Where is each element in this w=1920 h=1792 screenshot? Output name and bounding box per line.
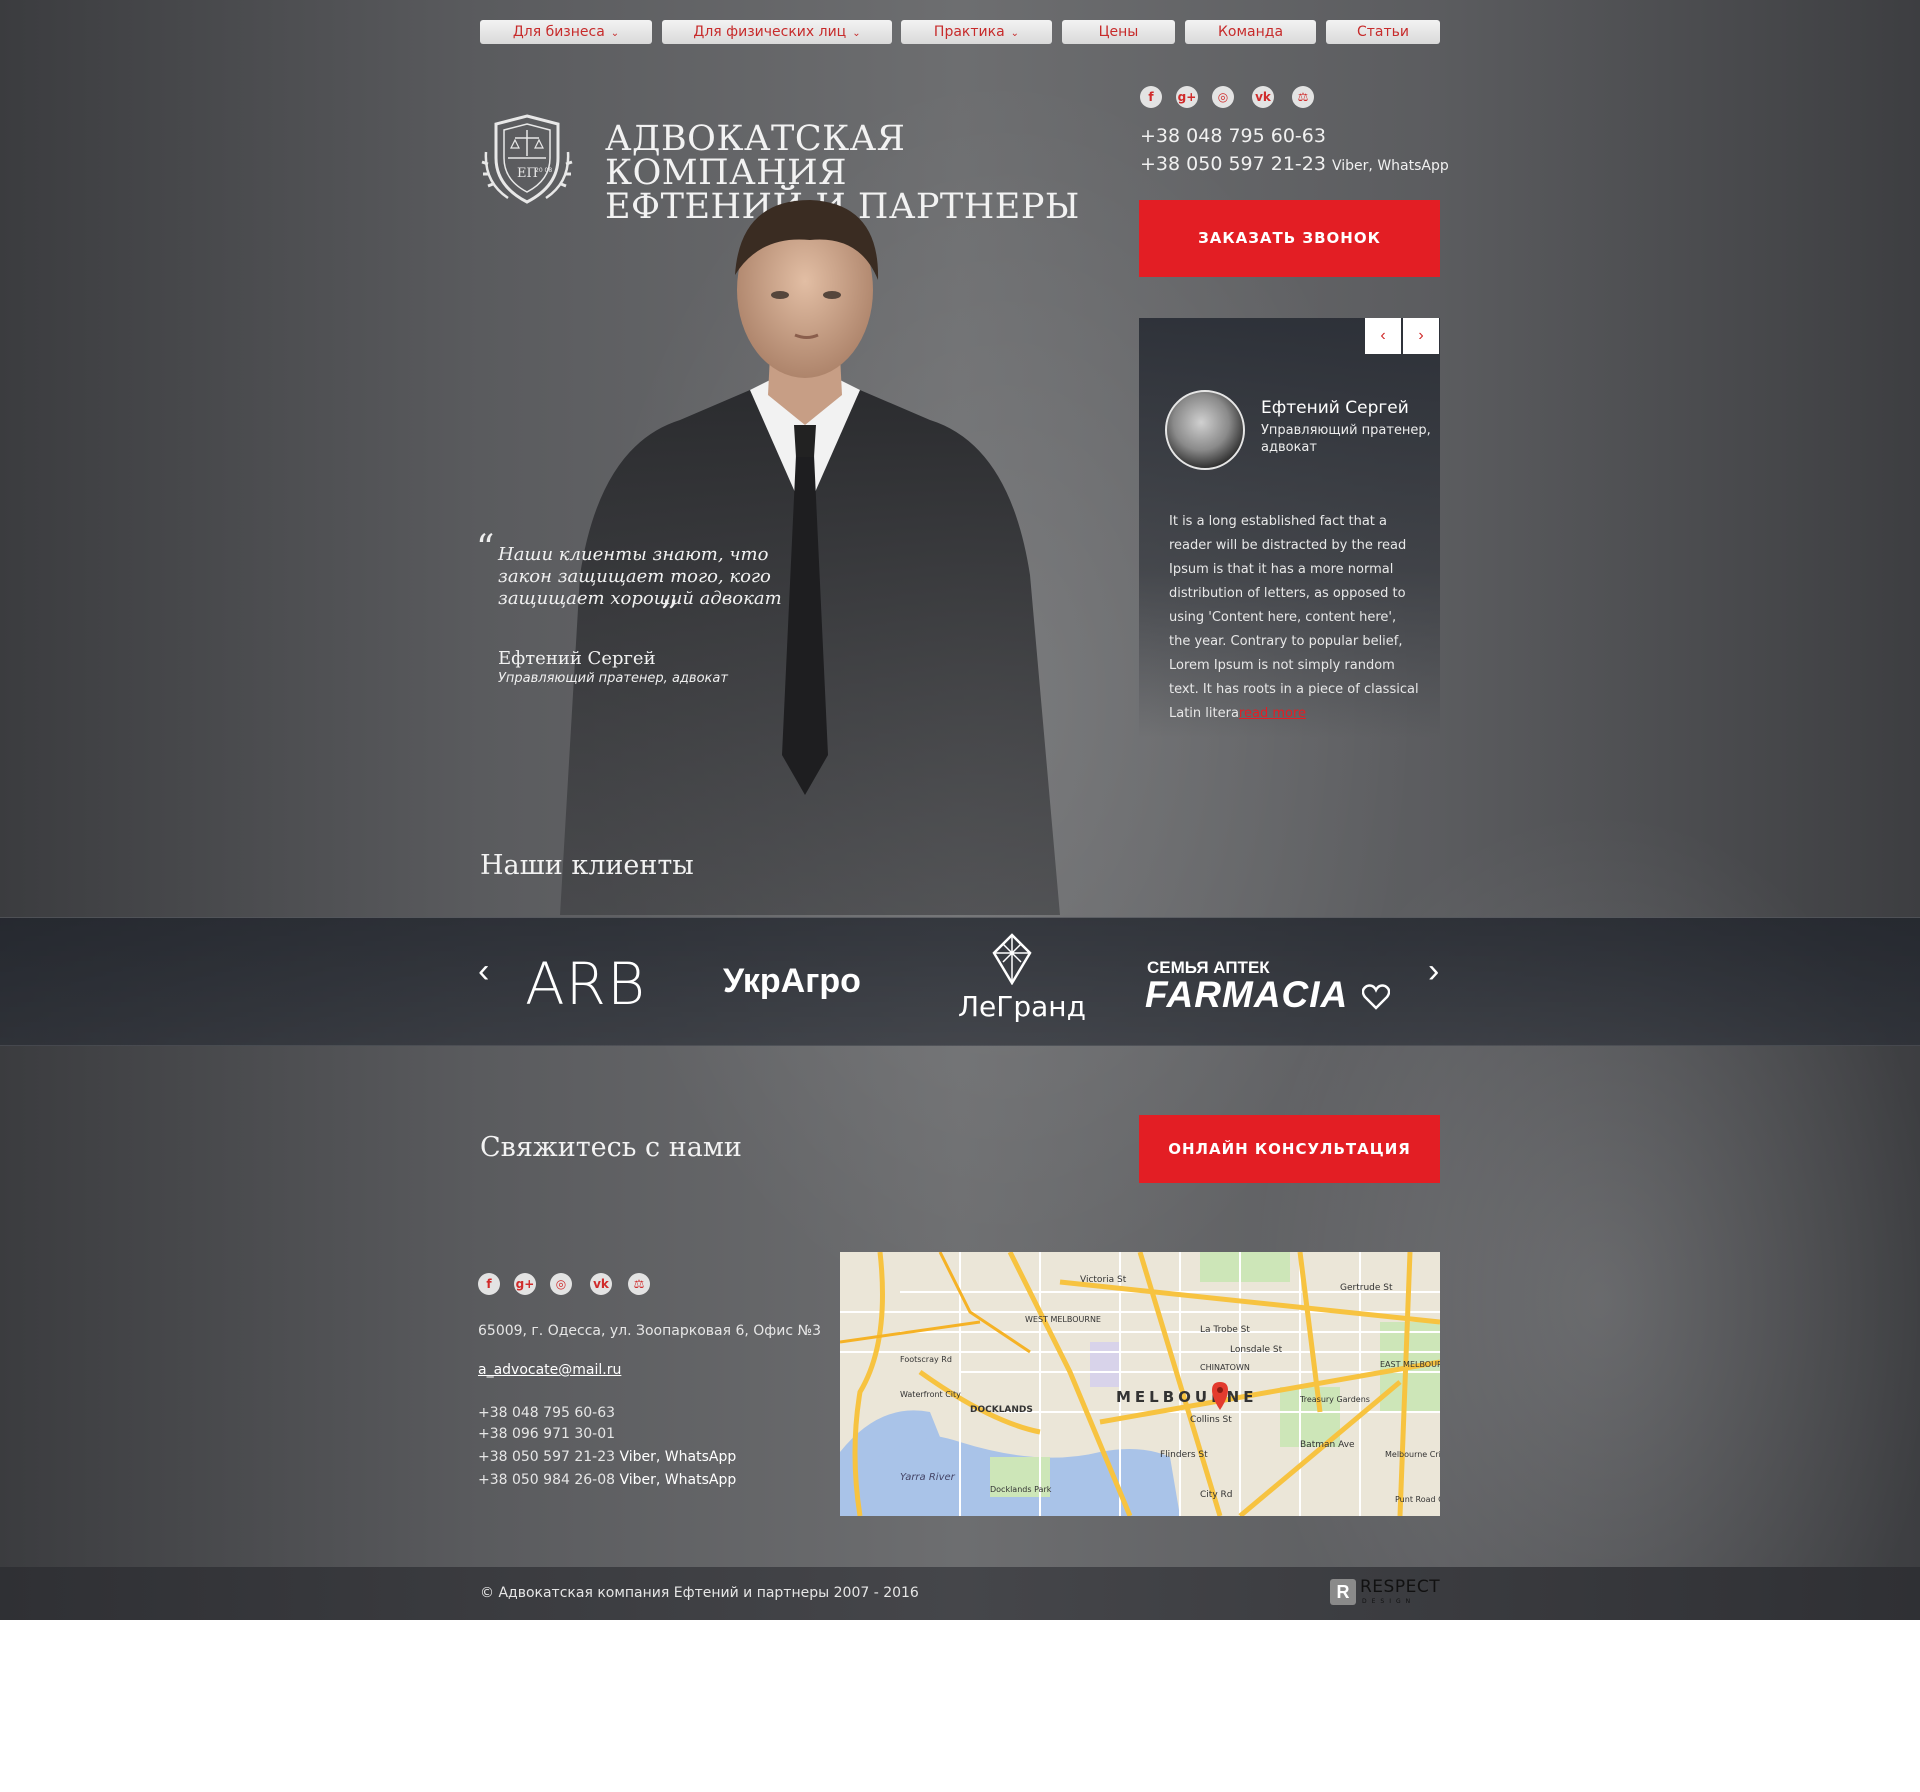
instagram-icon[interactable]: ◎ <box>550 1273 572 1295</box>
contact-phone-3: +38 050 597 21-23 Viber, WhatsApp <box>478 1449 736 1465</box>
map-label: Waterfront City <box>900 1390 961 1399</box>
legrand-emblem-icon <box>992 933 1032 985</box>
map-label: CHINATOWN <box>1200 1363 1250 1372</box>
map-label: WEST MELBOURNE <box>1025 1315 1101 1324</box>
emblem-year: 20 08 <box>535 167 552 174</box>
lawyer-site-icon[interactable]: ⚖ <box>628 1273 650 1295</box>
facebook-icon[interactable]: f <box>478 1273 500 1295</box>
nav-item-practice[interactable]: Практика ⌄ <box>901 20 1052 44</box>
map-label: Punt Road Oval <box>1395 1495 1440 1504</box>
nav-item-label: Практика <box>933 24 1005 40</box>
google-plus-icon[interactable]: g+ <box>1176 86 1198 108</box>
contact-email: a_advocate@mail.ru <box>478 1362 621 1378</box>
map-label: Flinders St <box>1160 1450 1208 1460</box>
facebook-icon[interactable]: f <box>1140 86 1162 108</box>
map-label: La Trobe St <box>1200 1325 1250 1335</box>
contact-phone-number[interactable]: +38 096 971 30-01 <box>478 1426 615 1442</box>
online-consultation-button[interactable]: ОНЛАЙН КОНСУЛЬТАЦИЯ <box>1139 1115 1440 1183</box>
nav-item-label: Команда <box>1217 24 1284 40</box>
clients-carousel: ‹ ARB УкрАгро ЛеГранд СЕМЬЯ АПТЕК FARMAC… <box>0 917 1920 1046</box>
nav-item-label: Цены <box>1098 24 1139 40</box>
nav-item-team[interactable]: Команда <box>1185 20 1316 44</box>
studio-credit[interactable]: RESPECT <box>1360 1577 1440 1597</box>
map-label: Melbourne Cricket Gro <box>1385 1450 1440 1459</box>
map-label: EAST MELBOURNE <box>1380 1360 1440 1369</box>
header-phone-2-number[interactable]: +38 050 597 21-23 <box>1140 153 1326 175</box>
nav-item-individuals[interactable]: Для физических лиц ⌄ <box>662 20 892 44</box>
nav-item-label: Для физических лиц <box>693 24 847 40</box>
client-logo-ukragro[interactable]: УкрАгро <box>723 962 861 1001</box>
quote-author: Ефтений Сергей <box>498 648 656 669</box>
footer-copyright: © Адвокатская компания Ефтений и партнер… <box>480 1585 919 1601</box>
map-label: DOCKLANDS <box>970 1405 1033 1415</box>
map-label: Footscray Rd <box>900 1355 952 1364</box>
testimonial-role: Управляющий пратенер, адвокат <box>1261 423 1431 455</box>
contact-phone-2: +38 096 971 30-01 <box>478 1426 615 1442</box>
testimonial-body: It is a long established fact that a rea… <box>1169 514 1419 721</box>
contact-heading: Свяжитесь с нами <box>480 1132 742 1163</box>
testimonial-next-button[interactable]: › <box>1403 318 1439 354</box>
map-label: Lonsdale St <box>1230 1345 1283 1355</box>
contact-phone-1: +38 048 795 60-63 <box>478 1405 615 1421</box>
vk-icon[interactable]: vk <box>1252 86 1274 108</box>
contact-phone-number[interactable]: +38 050 984 26-08 <box>478 1472 615 1488</box>
chevron-down-icon: ⌄ <box>610 28 620 39</box>
vk-icon[interactable]: vk <box>590 1273 612 1295</box>
nav-item-prices[interactable]: Цены <box>1062 20 1175 44</box>
nav-item-label: Для бизнеса <box>512 24 605 40</box>
map-canvas: MELBOURNE Victoria St Gertrude St La Tro… <box>840 1252 1440 1516</box>
clients-prev-button[interactable]: ‹ <box>478 952 489 991</box>
client-logo-farmacia[interactable]: FARMACIA <box>1145 974 1348 1016</box>
nav-item-articles[interactable]: Статьи <box>1326 20 1440 44</box>
map-label: Collins St <box>1190 1415 1232 1425</box>
studio-credit-sub: DESIGN <box>1362 1598 1416 1605</box>
avatar <box>1165 390 1245 470</box>
google-plus-icon[interactable]: g+ <box>514 1273 536 1295</box>
location-map[interactable]: MELBOURNE Victoria St Gertrude St La Tro… <box>840 1252 1440 1516</box>
read-more-link[interactable]: read more <box>1239 706 1306 721</box>
quote-open-mark: “ <box>476 528 495 569</box>
chevron-down-icon: ⌄ <box>852 28 861 39</box>
header-phone-1[interactable]: +38 048 795 60-63 <box>1140 122 1449 150</box>
map-label: Victoria St <box>1080 1275 1127 1285</box>
quote-author-role: Управляющий пратенер, адвокат <box>498 671 728 686</box>
map-label: Treasury Gardens <box>1299 1395 1370 1404</box>
respect-logo-icon: R <box>1330 1579 1356 1605</box>
testimonial-name: Ефтений Сергей <box>1261 398 1409 418</box>
map-label: Gertrude St <box>1340 1283 1393 1293</box>
law-emblem-icon: ЕП 20 08 <box>481 114 573 204</box>
client-logo-arb[interactable]: ARB <box>525 950 646 1018</box>
contact-address: 65009, г. Одесса, ул. Зоопарковая 6, Офи… <box>478 1323 821 1339</box>
email-link[interactable]: a_advocate@mail.ru <box>478 1362 621 1378</box>
nav-item-business[interactable]: Для бизнеса ⌄ <box>480 20 652 44</box>
contact-phone-note: Viber, WhatsApp <box>619 1449 737 1465</box>
clients-next-button[interactable]: › <box>1428 952 1439 991</box>
contact-phone-number[interactable]: +38 050 597 21-23 <box>478 1449 615 1465</box>
clients-heading: Наши клиенты <box>480 850 694 881</box>
quote-close-mark: ” <box>660 594 679 635</box>
header-phones: +38 048 795 60-63 +38 050 597 21-23 Vibe… <box>1140 122 1449 180</box>
map-label: Yarra River <box>900 1472 956 1483</box>
footer: © Адвокатская компания Ефтений и партнер… <box>0 1567 1920 1620</box>
contact-phone-4: +38 050 984 26-08 Viber, WhatsApp <box>478 1472 736 1488</box>
map-label: Batman Ave <box>1300 1440 1355 1450</box>
contact-phone-number[interactable]: +38 048 795 60-63 <box>478 1405 615 1421</box>
header-phone-2-note: Viber, WhatsApp <box>1332 158 1449 174</box>
map-label-city: MELBOURNE <box>1116 1388 1257 1406</box>
chevron-down-icon: ⌄ <box>1010 28 1020 39</box>
heart-icon <box>1362 984 1390 1010</box>
lawyer-site-icon[interactable]: ⚖ <box>1292 86 1314 108</box>
nav-item-label: Статьи <box>1356 24 1409 40</box>
testimonial-card: ‹ › Ефтений Сергей Управляющий пратенер,… <box>1139 318 1440 738</box>
testimonial-prev-button[interactable]: ‹ <box>1365 318 1401 354</box>
callback-button[interactable]: ЗАКАЗАТЬ ЗВОНОК <box>1139 200 1440 277</box>
header-phone-2: +38 050 597 21-23 Viber, WhatsApp <box>1140 150 1449 180</box>
company-name-line1: АДВОКАТСКАЯ КОМПАНИЯ <box>605 119 906 193</box>
testimonial-text: It is a long established fact that a rea… <box>1169 510 1419 726</box>
map-label: Docklands Park <box>990 1485 1052 1494</box>
client-logo-legrand[interactable]: ЛеГранд <box>958 990 1086 1023</box>
contact-phone-note: Viber, WhatsApp <box>619 1472 737 1488</box>
map-label: City Rd <box>1200 1490 1232 1500</box>
instagram-icon[interactable]: ◎ <box>1212 86 1234 108</box>
